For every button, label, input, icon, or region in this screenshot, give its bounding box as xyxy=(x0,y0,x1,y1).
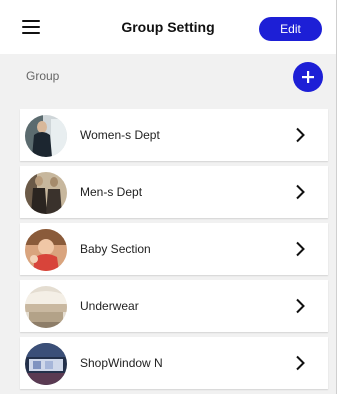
group-item-label: Women-s Dept xyxy=(80,128,160,142)
group-item-label: Baby Section xyxy=(80,242,151,256)
group-item-womens-dept[interactable]: Women-s Dept xyxy=(20,109,328,161)
chevron-right-icon xyxy=(296,241,305,257)
group-avatar xyxy=(25,172,67,214)
chevron-right-icon xyxy=(296,355,305,371)
group-item-label: Underwear xyxy=(80,299,139,313)
group-avatar xyxy=(25,286,67,328)
group-avatar xyxy=(25,229,67,271)
group-setting-screen: Group Setting Edit Group Women-s Dept Me… xyxy=(0,0,337,394)
group-item-label: Men-s Dept xyxy=(80,185,143,199)
chevron-right-icon xyxy=(296,127,305,143)
group-item-shopwindow-n[interactable]: ShopWindow N xyxy=(20,337,328,389)
group-avatar xyxy=(25,115,67,157)
group-item-underwear[interactable]: Underwear xyxy=(20,280,328,332)
group-item-baby-section[interactable]: Baby Section xyxy=(20,223,328,275)
group-item-label: ShopWindow N xyxy=(80,356,163,370)
group-list: Women-s Dept Men-s Dept Baby Section Und… xyxy=(20,109,328,394)
plus-icon xyxy=(302,71,314,83)
chevron-right-icon xyxy=(296,298,305,314)
chevron-right-icon xyxy=(296,184,305,200)
top-app-bar: Group Setting Edit xyxy=(0,0,336,54)
section-label-group: Group xyxy=(26,69,60,83)
group-avatar xyxy=(25,343,67,385)
group-item-mens-dept[interactable]: Men-s Dept xyxy=(20,166,328,218)
add-group-button[interactable] xyxy=(293,62,323,92)
edit-button[interactable]: Edit xyxy=(259,17,322,41)
